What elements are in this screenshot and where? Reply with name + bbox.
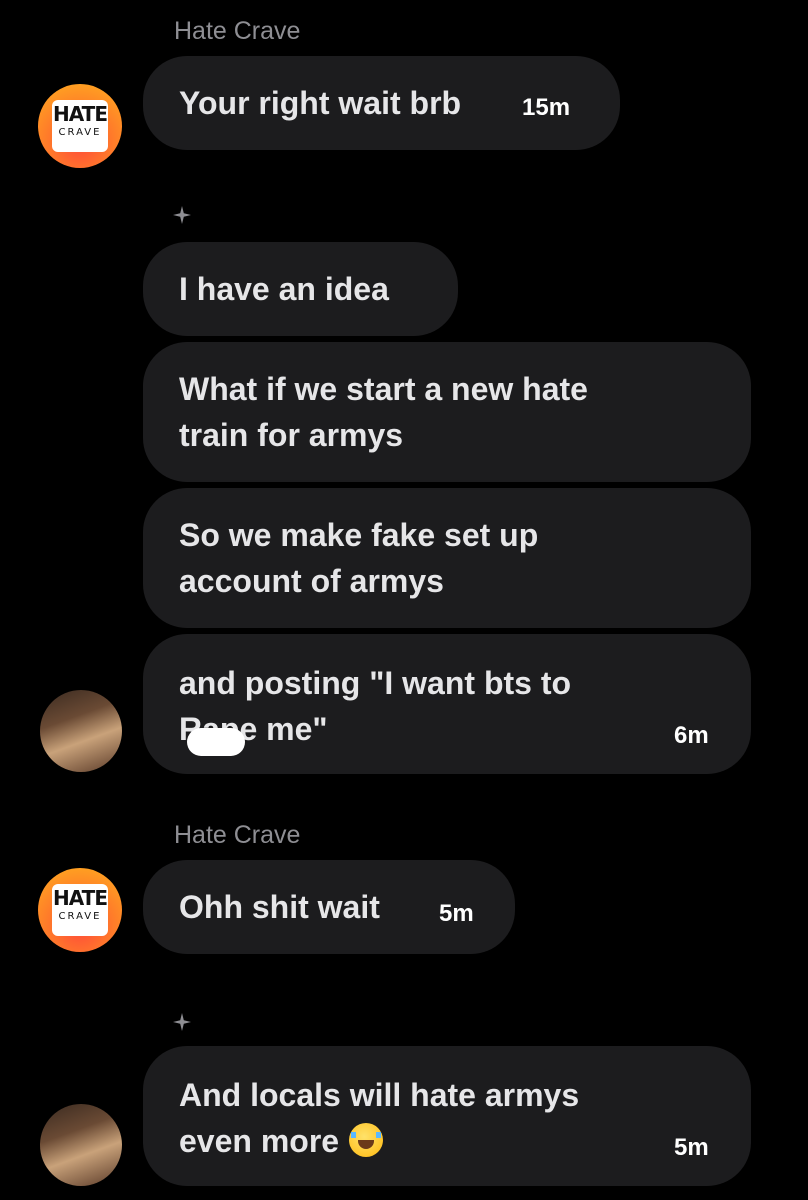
message-text-wrap: And locals will hate armys even more xyxy=(179,1072,579,1164)
sender-name: Hate Crave xyxy=(174,821,301,849)
user-avatar[interactable] xyxy=(40,1104,122,1186)
message-timestamp: 5m xyxy=(439,900,474,927)
message-bubble[interactable]: Ohh shit wait 5m xyxy=(143,860,515,954)
sparkle-icon xyxy=(173,206,191,224)
message-bubble[interactable]: I have an idea xyxy=(143,242,458,336)
logo-text-bottom: CRAVE xyxy=(58,911,102,922)
message-text: What if we start a new hate train for ar… xyxy=(179,371,588,453)
hate-crave-logo: HATE CRAVE xyxy=(52,100,108,152)
hate-crave-avatar[interactable]: HATE CRAVE xyxy=(38,84,122,168)
message-timestamp: 5m xyxy=(674,1134,709,1161)
logo-text-top: HATE xyxy=(53,102,108,126)
user-avatar[interactable] xyxy=(40,690,122,772)
redaction-mark xyxy=(187,728,245,756)
message-bubble[interactable]: And locals will hate armys even more 5m xyxy=(143,1046,751,1186)
logo-text-bottom: CRAVE xyxy=(58,127,102,138)
message-bubble[interactable]: Your right wait brb 15m xyxy=(143,56,620,150)
message-bubble[interactable]: So we make fake set up account of armys xyxy=(143,488,751,628)
message-bubble[interactable]: What if we start a new hate train for ar… xyxy=(143,342,751,482)
tears-of-joy-emoji-icon xyxy=(349,1123,384,1157)
logo-text-top: HATE xyxy=(53,886,108,910)
message-text: So we make fake set up account of armys xyxy=(179,517,539,599)
sender-name: Hate Crave xyxy=(174,17,301,45)
message-text: Your right wait brb xyxy=(179,85,462,121)
message-bubble[interactable]: and posting "I want bts to Rape me" 6m xyxy=(143,634,751,774)
hate-crave-logo: HATE CRAVE xyxy=(52,884,108,936)
message-timestamp: 15m xyxy=(522,94,571,121)
sparkle-icon xyxy=(173,1013,191,1031)
message-text: I have an idea xyxy=(179,271,389,307)
message-timestamp: 6m xyxy=(674,722,709,749)
hate-crave-avatar[interactable]: HATE CRAVE xyxy=(38,868,122,952)
message-text: Ohh shit wait xyxy=(179,889,380,925)
